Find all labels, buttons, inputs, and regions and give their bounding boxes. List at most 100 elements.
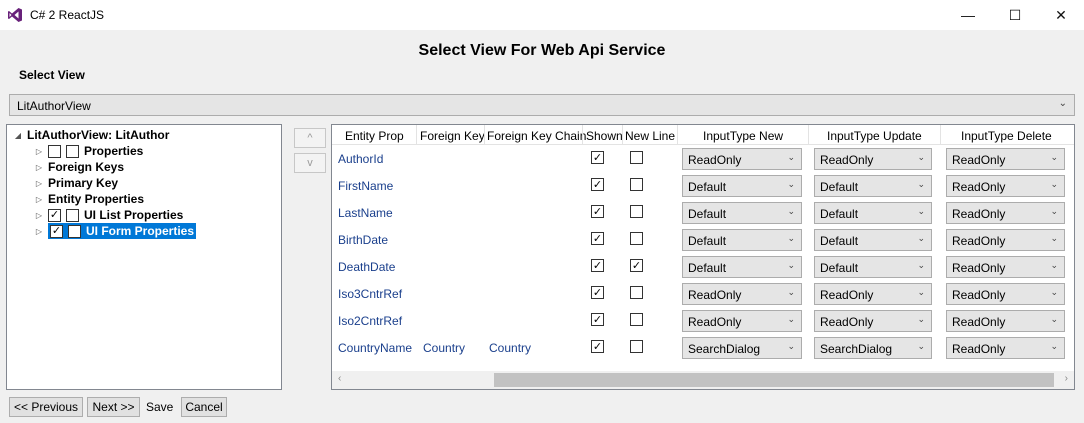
- expand-triangle-icon[interactable]: ▷: [34, 163, 44, 172]
- inputtype-new-combobox[interactable]: ReadOnly ⌄: [682, 148, 802, 170]
- move-down-button[interactable]: v: [294, 153, 326, 173]
- ui-form-checkbox-2[interactable]: [68, 224, 81, 238]
- properties-checkbox-2[interactable]: [66, 144, 79, 158]
- header-separator: [677, 125, 678, 145]
- scroll-left-arrow-icon[interactable]: ‹: [338, 373, 341, 384]
- new-line-checkbox[interactable]: [630, 205, 643, 218]
- header-inputtype-update[interactable]: InputType Update: [827, 129, 922, 143]
- shown-checkbox[interactable]: ✓: [591, 286, 604, 299]
- expand-triangle-icon[interactable]: ▷: [34, 147, 44, 156]
- header-foreign-key[interactable]: Foreign Key: [420, 129, 485, 143]
- inputtype-update-combobox[interactable]: Default ⌄: [814, 202, 932, 224]
- ui-form-checkbox[interactable]: ✓: [50, 224, 63, 238]
- new-line-checkbox[interactable]: ✓: [630, 259, 643, 272]
- foreign-key-cell[interactable]: Country: [423, 341, 465, 355]
- inputtype-new-combobox[interactable]: ReadOnly ⌄: [682, 283, 802, 305]
- tree-item-entity-properties[interactable]: ▷ Entity Properties: [34, 191, 144, 207]
- inputtype-delete-combobox[interactable]: ReadOnly ⌄: [946, 202, 1065, 224]
- chevron-down-icon: ⌄: [787, 341, 795, 351]
- inputtype-update-combobox[interactable]: Default ⌄: [814, 175, 932, 197]
- shown-checkbox[interactable]: ✓: [591, 178, 604, 191]
- shown-checkbox[interactable]: ✓: [591, 313, 604, 326]
- properties-checkbox-1[interactable]: [48, 144, 61, 158]
- entity-prop-cell[interactable]: LastName: [338, 206, 393, 220]
- new-line-checkbox[interactable]: [630, 178, 643, 191]
- new-line-checkbox[interactable]: [630, 313, 643, 326]
- properties-grid[interactable]: Entity Prop Foreign Key Foreign Key Chai…: [331, 124, 1075, 390]
- close-button[interactable]: ✕: [1038, 0, 1084, 30]
- inputtype-update-combobox[interactable]: ReadOnly ⌄: [814, 148, 932, 170]
- header-separator: [484, 125, 485, 145]
- inputtype-new-combobox[interactable]: Default ⌄: [682, 175, 802, 197]
- tree-item-properties[interactable]: ▷ Properties: [34, 143, 143, 159]
- header-separator: [808, 125, 809, 145]
- inputtype-delete-combobox[interactable]: ReadOnly ⌄: [946, 310, 1065, 332]
- previous-button[interactable]: << Previous: [9, 397, 83, 417]
- new-line-checkbox[interactable]: [630, 232, 643, 245]
- inputtype-update-combobox[interactable]: Default ⌄: [814, 229, 932, 251]
- foreign-key-chain-cell[interactable]: Country: [489, 341, 531, 355]
- next-button[interactable]: Next >>: [87, 397, 140, 417]
- tree-item-primary-key[interactable]: ▷ Primary Key: [34, 175, 118, 191]
- header-new-line[interactable]: New Line: [625, 129, 675, 143]
- ui-list-checkbox[interactable]: ✓: [48, 208, 61, 222]
- tree-item-ui-list-properties[interactable]: ▷ ✓ UI List Properties: [34, 207, 183, 223]
- inputtype-delete-combobox[interactable]: ReadOnly ⌄: [946, 148, 1065, 170]
- view-combobox[interactable]: LitAuthorView ⌄: [9, 94, 1075, 116]
- inputtype-new-combobox[interactable]: ReadOnly ⌄: [682, 310, 802, 332]
- entity-prop-cell[interactable]: Iso3CntrRef: [338, 287, 402, 301]
- header-inputtype-new[interactable]: InputType New: [703, 129, 783, 143]
- combobox-value: SearchDialog: [688, 342, 761, 356]
- tree-root[interactable]: ◢ LitAuthorView: LitAuthor: [13, 127, 170, 143]
- expand-triangle-icon[interactable]: ▷: [34, 179, 44, 188]
- inputtype-delete-combobox[interactable]: ReadOnly ⌄: [946, 175, 1065, 197]
- inputtype-update-combobox[interactable]: Default ⌄: [814, 256, 932, 278]
- shown-checkbox[interactable]: ✓: [591, 259, 604, 272]
- entity-prop-cell[interactable]: DeathDate: [338, 260, 395, 274]
- inputtype-delete-combobox[interactable]: ReadOnly ⌄: [946, 337, 1065, 359]
- inputtype-update-combobox[interactable]: ReadOnly ⌄: [814, 310, 932, 332]
- collapse-triangle-icon[interactable]: ◢: [13, 131, 23, 140]
- header-entity-prop[interactable]: Entity Prop: [345, 129, 404, 143]
- entity-prop-cell[interactable]: CountryName: [338, 341, 412, 355]
- header-foreign-key-chain[interactable]: Foreign Key Chain: [487, 129, 586, 143]
- new-line-checkbox[interactable]: [630, 286, 643, 299]
- header-inputtype-delete[interactable]: InputType Delete: [961, 129, 1052, 143]
- save-button[interactable]: Save: [146, 400, 173, 414]
- entity-prop-cell[interactable]: FirstName: [338, 179, 393, 193]
- inputtype-new-combobox[interactable]: Default ⌄: [682, 202, 802, 224]
- view-tree[interactable]: ◢ LitAuthorView: LitAuthor ▷ Properties …: [6, 124, 282, 390]
- entity-prop-cell[interactable]: Iso2CntrRef: [338, 314, 402, 328]
- expand-triangle-icon[interactable]: ▷: [34, 227, 44, 236]
- new-line-checkbox[interactable]: [630, 151, 643, 164]
- selected-tree-item[interactable]: ✓ UI Form Properties: [48, 223, 197, 239]
- expand-triangle-icon[interactable]: ▷: [34, 211, 44, 220]
- minimize-button[interactable]: —: [945, 0, 991, 30]
- shown-checkbox[interactable]: ✓: [591, 151, 604, 164]
- entity-prop-cell[interactable]: AuthorId: [338, 152, 383, 166]
- tree-item-ui-form-properties[interactable]: ▷ ✓ UI Form Properties: [34, 223, 197, 239]
- maximize-button[interactable]: ☐: [992, 0, 1038, 30]
- shown-checkbox[interactable]: ✓: [591, 232, 604, 245]
- move-up-button[interactable]: ^: [294, 128, 326, 148]
- header-shown[interactable]: Shown: [586, 129, 623, 143]
- inputtype-delete-combobox[interactable]: ReadOnly ⌄: [946, 283, 1065, 305]
- horizontal-scrollbar[interactable]: ‹ ›: [332, 371, 1074, 389]
- expand-triangle-icon[interactable]: ▷: [34, 195, 44, 204]
- cancel-button[interactable]: Cancel: [181, 397, 227, 417]
- scroll-right-arrow-icon[interactable]: ›: [1065, 373, 1068, 384]
- inputtype-delete-combobox[interactable]: ReadOnly ⌄: [946, 229, 1065, 251]
- inputtype-new-combobox[interactable]: Default ⌄: [682, 229, 802, 251]
- inputtype-update-combobox[interactable]: ReadOnly ⌄: [814, 283, 932, 305]
- inputtype-update-combobox[interactable]: SearchDialog ⌄: [814, 337, 932, 359]
- entity-prop-cell[interactable]: BirthDate: [338, 233, 388, 247]
- inputtype-new-combobox[interactable]: SearchDialog ⌄: [682, 337, 802, 359]
- scrollbar-thumb[interactable]: [494, 373, 1054, 387]
- inputtype-delete-combobox[interactable]: ReadOnly ⌄: [946, 256, 1065, 278]
- inputtype-new-combobox[interactable]: Default ⌄: [682, 256, 802, 278]
- shown-checkbox[interactable]: ✓: [591, 205, 604, 218]
- tree-item-foreign-keys[interactable]: ▷ Foreign Keys: [34, 159, 124, 175]
- shown-checkbox[interactable]: ✓: [591, 340, 604, 353]
- ui-list-checkbox-2[interactable]: [66, 208, 79, 222]
- new-line-checkbox[interactable]: [630, 340, 643, 353]
